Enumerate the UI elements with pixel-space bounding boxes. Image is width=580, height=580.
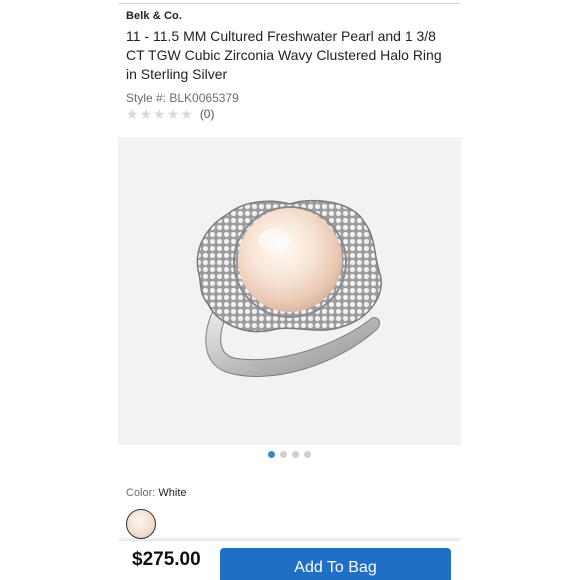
star-empty-icon: ★ <box>139 106 153 122</box>
pearl-ring-image <box>196 199 382 377</box>
header-divider <box>118 138 461 139</box>
page: Belk & Co. 11 - 11.5 MM Cultured Freshwa… <box>0 0 580 580</box>
star-rating[interactable]: ★ ★ ★ ★ ★ (0) <box>126 106 214 122</box>
brand-name[interactable]: Belk & Co. <box>126 10 182 22</box>
star-empty-icon: ★ <box>126 106 139 122</box>
star-empty-icon: ★ <box>153 106 166 122</box>
style-label: Style #: <box>126 91 167 105</box>
review-count[interactable]: (0) <box>200 107 215 121</box>
star-empty-icon: ★ <box>166 106 180 122</box>
style-number-line: Style #: BLK0065379 <box>126 91 239 105</box>
color-selector-label: Color: White <box>126 487 187 499</box>
carousel-dot[interactable] <box>280 451 287 458</box>
top-divider <box>118 3 461 4</box>
color-swatch-white[interactable] <box>126 509 156 539</box>
add-to-bag-button[interactable]: Add To Bag <box>220 548 451 580</box>
product-title: 11 - 11.5 MM Cultured Freshwater Pearl a… <box>126 28 442 82</box>
product-screen: Belk & Co. 11 - 11.5 MM Cultured Freshwa… <box>118 0 461 580</box>
color-label: Color: <box>126 487 156 499</box>
color-value: White <box>158 487 187 499</box>
carousel-dot[interactable] <box>304 451 311 458</box>
carousel-dot-active[interactable] <box>268 451 275 458</box>
purchase-bar: $275.00 Add To Bag <box>118 541 461 580</box>
style-number: BLK0065379 <box>169 91 239 105</box>
price: $275.00 <box>132 549 201 570</box>
carousel-dots[interactable] <box>268 451 311 458</box>
star-empty-icon: ★ <box>180 106 193 122</box>
carousel-dot[interactable] <box>292 451 299 458</box>
product-image-carousel[interactable] <box>118 140 461 445</box>
